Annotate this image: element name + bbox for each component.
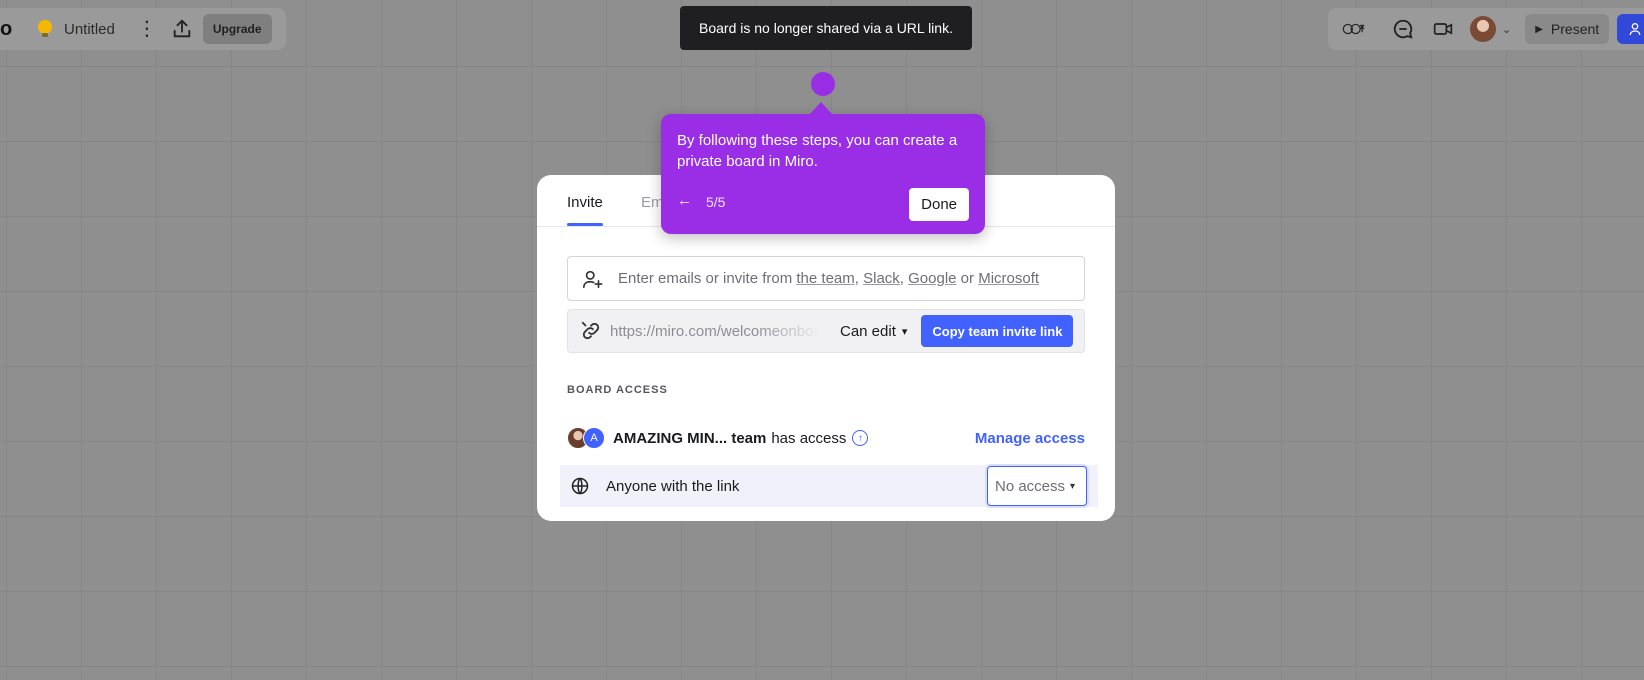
link-access-value: No access xyxy=(995,477,1066,495)
board-access-heading: BOARD ACCESS xyxy=(567,384,668,396)
link-icon xyxy=(581,321,600,340)
invite-email-placeholder: Enter emails or invite from the team, Sl… xyxy=(618,270,1039,287)
comment-icon[interactable] xyxy=(1390,17,1416,41)
separator-text: , xyxy=(854,270,864,287)
board-title[interactable]: Untitled xyxy=(64,21,115,38)
link-access-row: Anyone with the link No access ▾ xyxy=(560,465,1098,507)
tooltip-text: By following these steps, you can create… xyxy=(677,132,958,170)
chevron-down-icon: ▾ xyxy=(1070,480,1076,492)
separator-text: or xyxy=(956,270,979,287)
onboarding-pin xyxy=(811,72,835,96)
done-button[interactable]: Done xyxy=(909,188,969,221)
team-access-text: has access xyxy=(771,429,847,447)
play-icon: ▶ xyxy=(1535,23,1543,35)
present-label: Present xyxy=(1550,21,1600,37)
onboarding-tooltip: By following these steps, you can create… xyxy=(661,102,985,234)
user-plus-icon xyxy=(1629,23,1641,36)
copy-invite-link-button[interactable]: Copy team invite link xyxy=(921,315,1074,347)
team-name: AMAZING MIN... team xyxy=(613,429,767,447)
board-header: o Untitled ⋮ Upgrade xyxy=(0,8,286,50)
reactions-icon[interactable] xyxy=(1342,17,1368,41)
team-access-row: A AMAZING MIN... team has access ↑ Manag… xyxy=(567,425,1085,451)
video-call-icon[interactable] xyxy=(1430,17,1456,41)
toast-message: Board is no longer shared via a URL link… xyxy=(699,20,953,36)
export-icon[interactable] xyxy=(171,18,193,40)
more-options-button[interactable]: ⋮ xyxy=(137,19,157,39)
separator-text: , xyxy=(899,270,909,287)
step-counter: 5/5 xyxy=(706,194,726,210)
invite-email-field[interactable]: Enter emails or invite from the team, Sl… xyxy=(567,256,1085,301)
invite-link-row: https://miro.com/welcomeonboard Can edit… xyxy=(567,309,1085,353)
upgrade-button[interactable]: Upgrade xyxy=(202,14,272,44)
present-button[interactable]: ▶ Present xyxy=(1525,14,1610,44)
team-avatar: A xyxy=(583,427,605,449)
upgrade-arrow-icon[interactable]: ↑ xyxy=(852,430,869,446)
link-access-select[interactable]: No access ▾ xyxy=(987,466,1087,506)
team-link[interactable]: the team xyxy=(796,270,854,287)
manage-access-link[interactable]: Manage access xyxy=(975,430,1085,447)
slack-link[interactable]: Slack xyxy=(863,270,900,287)
link-permission-value: Can edit xyxy=(840,322,896,340)
tab-invite[interactable]: Invite xyxy=(567,194,603,226)
lightbulb-icon[interactable] xyxy=(38,20,52,38)
email-prefix-text: Enter emails or invite from xyxy=(618,270,797,287)
share-button[interactable] xyxy=(1617,14,1644,44)
link-access-label: Anyone with the link xyxy=(606,477,740,495)
invite-link-url[interactable]: https://miro.com/welcomeonboard xyxy=(610,323,820,340)
miro-logo[interactable]: o xyxy=(0,18,14,41)
user-avatar[interactable] xyxy=(1470,16,1496,42)
back-arrow-icon[interactable]: ← xyxy=(677,192,692,209)
google-link[interactable]: Google xyxy=(908,270,956,287)
toast-notification: Board is no longer shared via a URL link… xyxy=(680,6,972,50)
globe-icon xyxy=(571,477,589,495)
chevron-down-icon[interactable]: ⌄ xyxy=(1502,23,1511,36)
microsoft-link[interactable]: Microsoft xyxy=(978,270,1039,287)
link-permission-select[interactable]: Can edit ▾ xyxy=(840,323,907,340)
collaboration-toolbar: ⌄ ▶ Present xyxy=(1328,8,1644,50)
add-user-icon xyxy=(583,270,603,288)
chevron-down-icon: ▾ xyxy=(901,325,908,338)
